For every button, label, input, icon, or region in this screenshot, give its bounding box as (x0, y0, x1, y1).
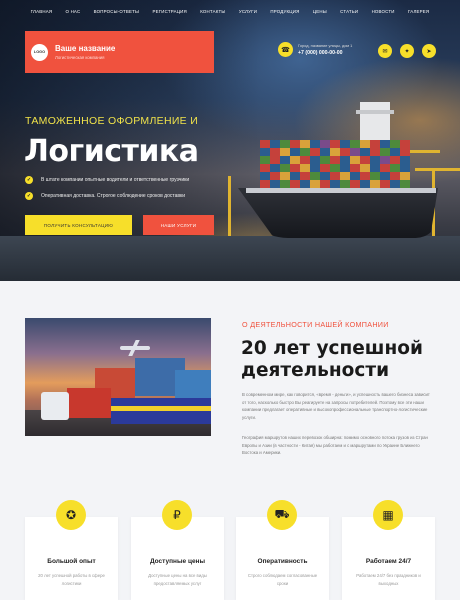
water-graphic (0, 236, 460, 281)
hero-title: Логистика (24, 134, 199, 169)
phone-icon: ☎ (278, 42, 293, 57)
about-title: 20 лет успешной деятельности (241, 338, 423, 381)
about-paragraph: В современном мире, как говорится, «врем… (242, 392, 430, 420)
feature-title: Доступные цены (149, 558, 206, 565)
calendar-icon: ▦ (373, 500, 403, 530)
about-kicker: О деятельности нашей компании (242, 320, 389, 329)
logo: LOGO (31, 43, 48, 61)
odnoklassniki-icon[interactable]: ✦ (400, 44, 414, 58)
hero-kicker: Таможенное оформление и (25, 115, 199, 127)
nav-item[interactable]: О нас (66, 9, 81, 21)
services-button[interactable]: Наши услуги (143, 215, 214, 235)
nav-item[interactable]: Главная (31, 9, 53, 21)
crane-graphic (228, 176, 231, 238)
vk-icon[interactable]: ✉ (378, 44, 392, 58)
consultation-button[interactable]: Получить консультацию (25, 215, 132, 235)
award-icon: ✪ (56, 500, 86, 530)
nav-item[interactable]: Статьи (340, 9, 358, 21)
hero-bullets: ✓ В штате компании опытные водители и от… (25, 176, 189, 208)
container-graphic (175, 370, 211, 400)
nav-item[interactable]: Галерея (408, 9, 429, 21)
hero-bullet-text: В штате компании опытные водители и отве… (41, 177, 190, 183)
truck-cab-graphic (41, 392, 69, 420)
brand-block[interactable]: LOGO Ваше название Логистическая компани… (25, 31, 214, 73)
about-paragraph: География маршрутов наших перевозок обши… (242, 435, 428, 456)
ship-bridge-graphic (356, 102, 394, 142)
nav-item[interactable]: Цены (313, 9, 327, 21)
feature-card: ✪ Большой опыт 20 лет успешной работы в … (25, 500, 118, 600)
truck-icon: ⛟ (267, 500, 297, 530)
contact-block: ☎ Город, название улицы, дом 1 +7 (000) … (278, 42, 352, 57)
nav-item[interactable]: Продукция (270, 9, 299, 21)
nav-item[interactable]: Новости (372, 9, 395, 21)
feature-text: Строго соблюдаем согласованные сроки (247, 573, 318, 586)
brand-name: Ваше название (55, 44, 116, 53)
ship-band-graphic (246, 188, 436, 193)
ship-containers-graphic (260, 140, 410, 188)
train-graphic (111, 398, 211, 424)
crane-graphic (415, 168, 460, 171)
contact-phone[interactable]: +7 (000) 000-00-00 (298, 50, 352, 56)
top-nav: Главная О нас Вопросы-ответы Регистрация… (0, 9, 460, 21)
feature-title: Работаем 24/7 (365, 558, 412, 565)
nav-item[interactable]: Услуги (239, 9, 257, 21)
feature-card: ₽ Доступные цены Доступные цены на все в… (131, 500, 224, 600)
check-icon: ✓ (25, 176, 33, 184)
hero-bullet: ✓ Оперативная доставка. Строгое соблюден… (25, 192, 189, 200)
truck-trailer-graphic (67, 388, 111, 418)
check-icon: ✓ (25, 192, 33, 200)
about-photo (25, 318, 211, 436)
feature-title: Большой опыт (47, 558, 96, 565)
hero-bullet: ✓ В штате компании опытные водители и от… (25, 176, 189, 184)
feature-text: 20 лет успешной работы в сфере логистики (38, 573, 105, 586)
ship-hull-graphic (238, 188, 438, 238)
nav-item[interactable]: Вопросы-ответы (94, 9, 139, 21)
nav-item[interactable]: Контакты (200, 9, 225, 21)
feature-card: ▦ Работаем 24/7 Работаем 24/7 без праздн… (342, 500, 435, 600)
social-links: ✉ ✦ ➤ (378, 44, 436, 58)
price-icon: ₽ (162, 500, 192, 530)
feature-card: ⛟ Оперативность Строго соблюдаем согласо… (236, 500, 329, 600)
feature-text: Работаем 24/7 без праздников и выходных (356, 573, 421, 586)
airplane-graphic (120, 346, 150, 350)
feature-title: Оперативность (257, 558, 308, 565)
brand-tagline: Логистическая компания (55, 55, 105, 60)
feature-text: Доступные цены на все виды предоставляем… (148, 573, 207, 586)
hero-bullet-text: Оперативная доставка. Строгое соблюдение… (41, 193, 185, 199)
hero-section: Главная О нас Вопросы-ответы Регистрация… (0, 0, 460, 281)
nav-item[interactable]: Регистрация (152, 9, 186, 21)
contact-address: Город, название улицы, дом 1 (298, 43, 353, 48)
telegram-icon[interactable]: ➤ (422, 44, 436, 58)
